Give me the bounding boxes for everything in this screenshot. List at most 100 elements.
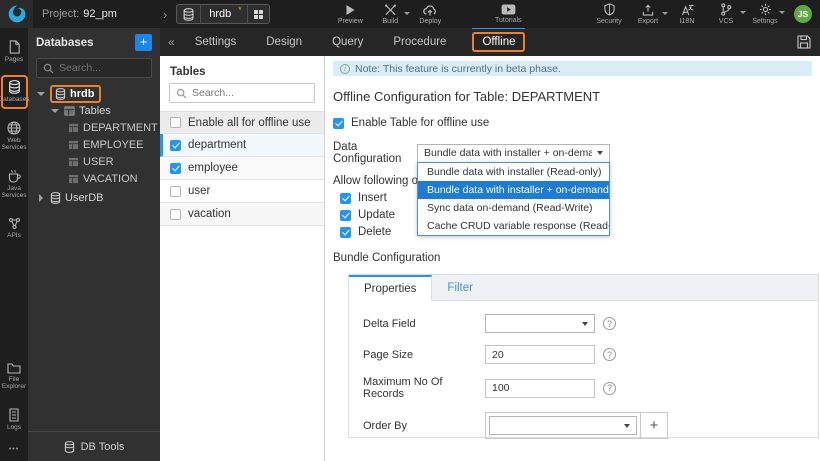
tab-properties[interactable]: Properties xyxy=(349,275,433,301)
sidebar-item-pages[interactable]: Pages xyxy=(1,35,28,68)
tables-search-box[interactable] xyxy=(169,83,315,103)
sidebar-item-apis[interactable]: APIs xyxy=(1,212,28,244)
collapse-panel-icon[interactable]: « xyxy=(168,35,175,49)
checkbox[interactable] xyxy=(170,185,181,197)
list-item-employee[interactable]: employee xyxy=(160,157,324,180)
caret-down-icon xyxy=(37,91,45,96)
table-icon xyxy=(68,123,79,133)
search-icon xyxy=(176,88,187,99)
db-context-widget[interactable]: hrdb * xyxy=(176,4,271,24)
update-checkbox[interactable] xyxy=(340,209,351,221)
more-menu-icon[interactable]: ••• xyxy=(9,446,19,457)
translate-icon xyxy=(681,4,694,16)
log-file-icon xyxy=(8,407,20,422)
checkbox[interactable] xyxy=(170,139,181,151)
page-icon xyxy=(8,40,21,54)
insert-checkbox[interactable] xyxy=(340,192,351,204)
gear-icon xyxy=(759,3,772,16)
export-button[interactable]: Export xyxy=(632,4,668,25)
list-item-enable-all[interactable]: Enable all for offline use xyxy=(160,111,324,134)
sidebar-item-file-explorer[interactable]: File Explorer xyxy=(1,357,28,396)
video-icon xyxy=(501,4,516,15)
vcs-button[interactable]: VCS xyxy=(710,3,746,25)
db-context-name: hrdb * xyxy=(200,5,247,23)
table-icon xyxy=(68,174,79,184)
build-button[interactable]: Build xyxy=(374,4,411,25)
help-icon[interactable]: ? xyxy=(603,381,616,395)
tables-search-input[interactable] xyxy=(192,87,302,99)
dropdown-option[interactable]: Cache CRUD variable response (Read-only) xyxy=(418,217,609,235)
tree-node-table[interactable]: DEPARTMENT xyxy=(28,119,160,136)
annotation-highlight: hrdb xyxy=(50,84,102,103)
bundle-configuration-label: Bundle Configuration xyxy=(333,252,441,264)
enable-table-checkbox[interactable] xyxy=(333,117,344,129)
dropdown-option[interactable]: Sync data on-demand (Read-Write) xyxy=(418,199,609,217)
tree-node-table[interactable]: USER xyxy=(28,153,160,170)
save-icon[interactable] xyxy=(797,35,811,49)
dropdown-option[interactable]: Bundle data with installer (Read-only) xyxy=(418,163,609,181)
tree-node-label: DEPARTMENT xyxy=(83,121,158,134)
rail-bottom-group: File Explorer Logs ••• xyxy=(1,350,28,461)
project-label: Project: xyxy=(42,8,80,20)
export-icon xyxy=(642,4,654,16)
beta-note-banner: i Note: This feature is currently in bet… xyxy=(333,61,812,76)
sidebar-item-java-services[interactable]: Java Services xyxy=(1,164,28,205)
info-icon: i xyxy=(340,63,350,74)
search-icon xyxy=(43,63,54,74)
db-search-input[interactable] xyxy=(59,62,149,74)
add-order-by-button[interactable]: + xyxy=(641,412,668,439)
security-button[interactable]: Security xyxy=(593,3,625,25)
deploy-button[interactable]: Deploy xyxy=(414,4,446,25)
globe-icon xyxy=(7,121,21,135)
dropdown-option-highlighted[interactable]: Bundle data with installer + on-demand s… xyxy=(418,181,609,199)
tree-node-table[interactable]: VACATION xyxy=(28,170,160,187)
user-avatar[interactable]: JS xyxy=(794,5,812,23)
tab-offline[interactable]: Offline xyxy=(472,27,526,52)
checkbox[interactable] xyxy=(170,117,181,128)
sidebar-item-logs[interactable]: Logs xyxy=(1,403,28,436)
cloud-upload-icon xyxy=(423,4,437,16)
tab-filter[interactable]: Filter xyxy=(432,275,488,300)
tab-query[interactable]: Query xyxy=(324,34,371,50)
tools-icon xyxy=(384,4,397,16)
i18n-button[interactable]: I18N xyxy=(671,4,703,25)
delete-checkbox[interactable] xyxy=(340,226,351,238)
tree-node-userdb[interactable]: UserDB xyxy=(28,189,160,206)
tab-design[interactable]: Design xyxy=(258,34,310,50)
db-tools-button[interactable]: DB Tools xyxy=(28,431,160,461)
tab-procedure[interactable]: Procedure xyxy=(385,34,454,50)
sidebar-item-databases[interactable]: Databases xyxy=(0,75,30,109)
help-icon[interactable]: ? xyxy=(603,317,616,330)
tree-node-table[interactable]: EMPLOYEE xyxy=(28,136,160,153)
tree-node-label: UserDB xyxy=(65,191,104,204)
delta-field-row: Delta Field ? xyxy=(363,314,804,333)
data-configuration-select[interactable]: Bundle data with installer + on-demand s… xyxy=(417,143,610,163)
caret-right-icon xyxy=(39,193,43,202)
enable-table-row: Enable Table for offline use xyxy=(333,117,812,129)
app-logo[interactable] xyxy=(0,0,33,28)
max-records-input[interactable] xyxy=(485,378,595,398)
page-size-input[interactable] xyxy=(485,345,595,364)
list-item-department[interactable]: department xyxy=(160,134,324,157)
settings-button[interactable]: Settings xyxy=(749,3,785,25)
panel-title: Databases xyxy=(36,36,94,49)
project-indicator: Project: 92_pm xyxy=(42,8,117,20)
tutorials-button[interactable]: Tutorials xyxy=(492,4,524,24)
tree-node-hrdb[interactable]: hrdb xyxy=(28,84,160,103)
sidebar-item-web-services[interactable]: Web Services xyxy=(1,116,28,157)
help-icon[interactable]: ? xyxy=(603,348,616,361)
list-item-user[interactable]: user xyxy=(160,180,324,203)
checkbox[interactable] xyxy=(170,162,181,174)
delta-field-select[interactable] xyxy=(485,314,595,333)
add-database-button[interactable]: + xyxy=(135,34,152,51)
checkbox[interactable] xyxy=(170,208,181,220)
field-label: Page Size xyxy=(363,348,414,361)
db-search-box[interactable] xyxy=(36,58,152,78)
databases-panel: Databases + hrdb Tables DEPARTMENT EMPLO… xyxy=(28,28,160,461)
tab-settings[interactable]: Settings xyxy=(187,34,245,50)
dashboard-grid-icon[interactable] xyxy=(247,5,269,23)
order-by-select[interactable] xyxy=(489,416,637,435)
preview-button[interactable]: Preview xyxy=(334,4,366,25)
list-item-vacation[interactable]: vacation xyxy=(160,203,324,226)
tree-node-tables[interactable]: Tables xyxy=(28,102,160,119)
